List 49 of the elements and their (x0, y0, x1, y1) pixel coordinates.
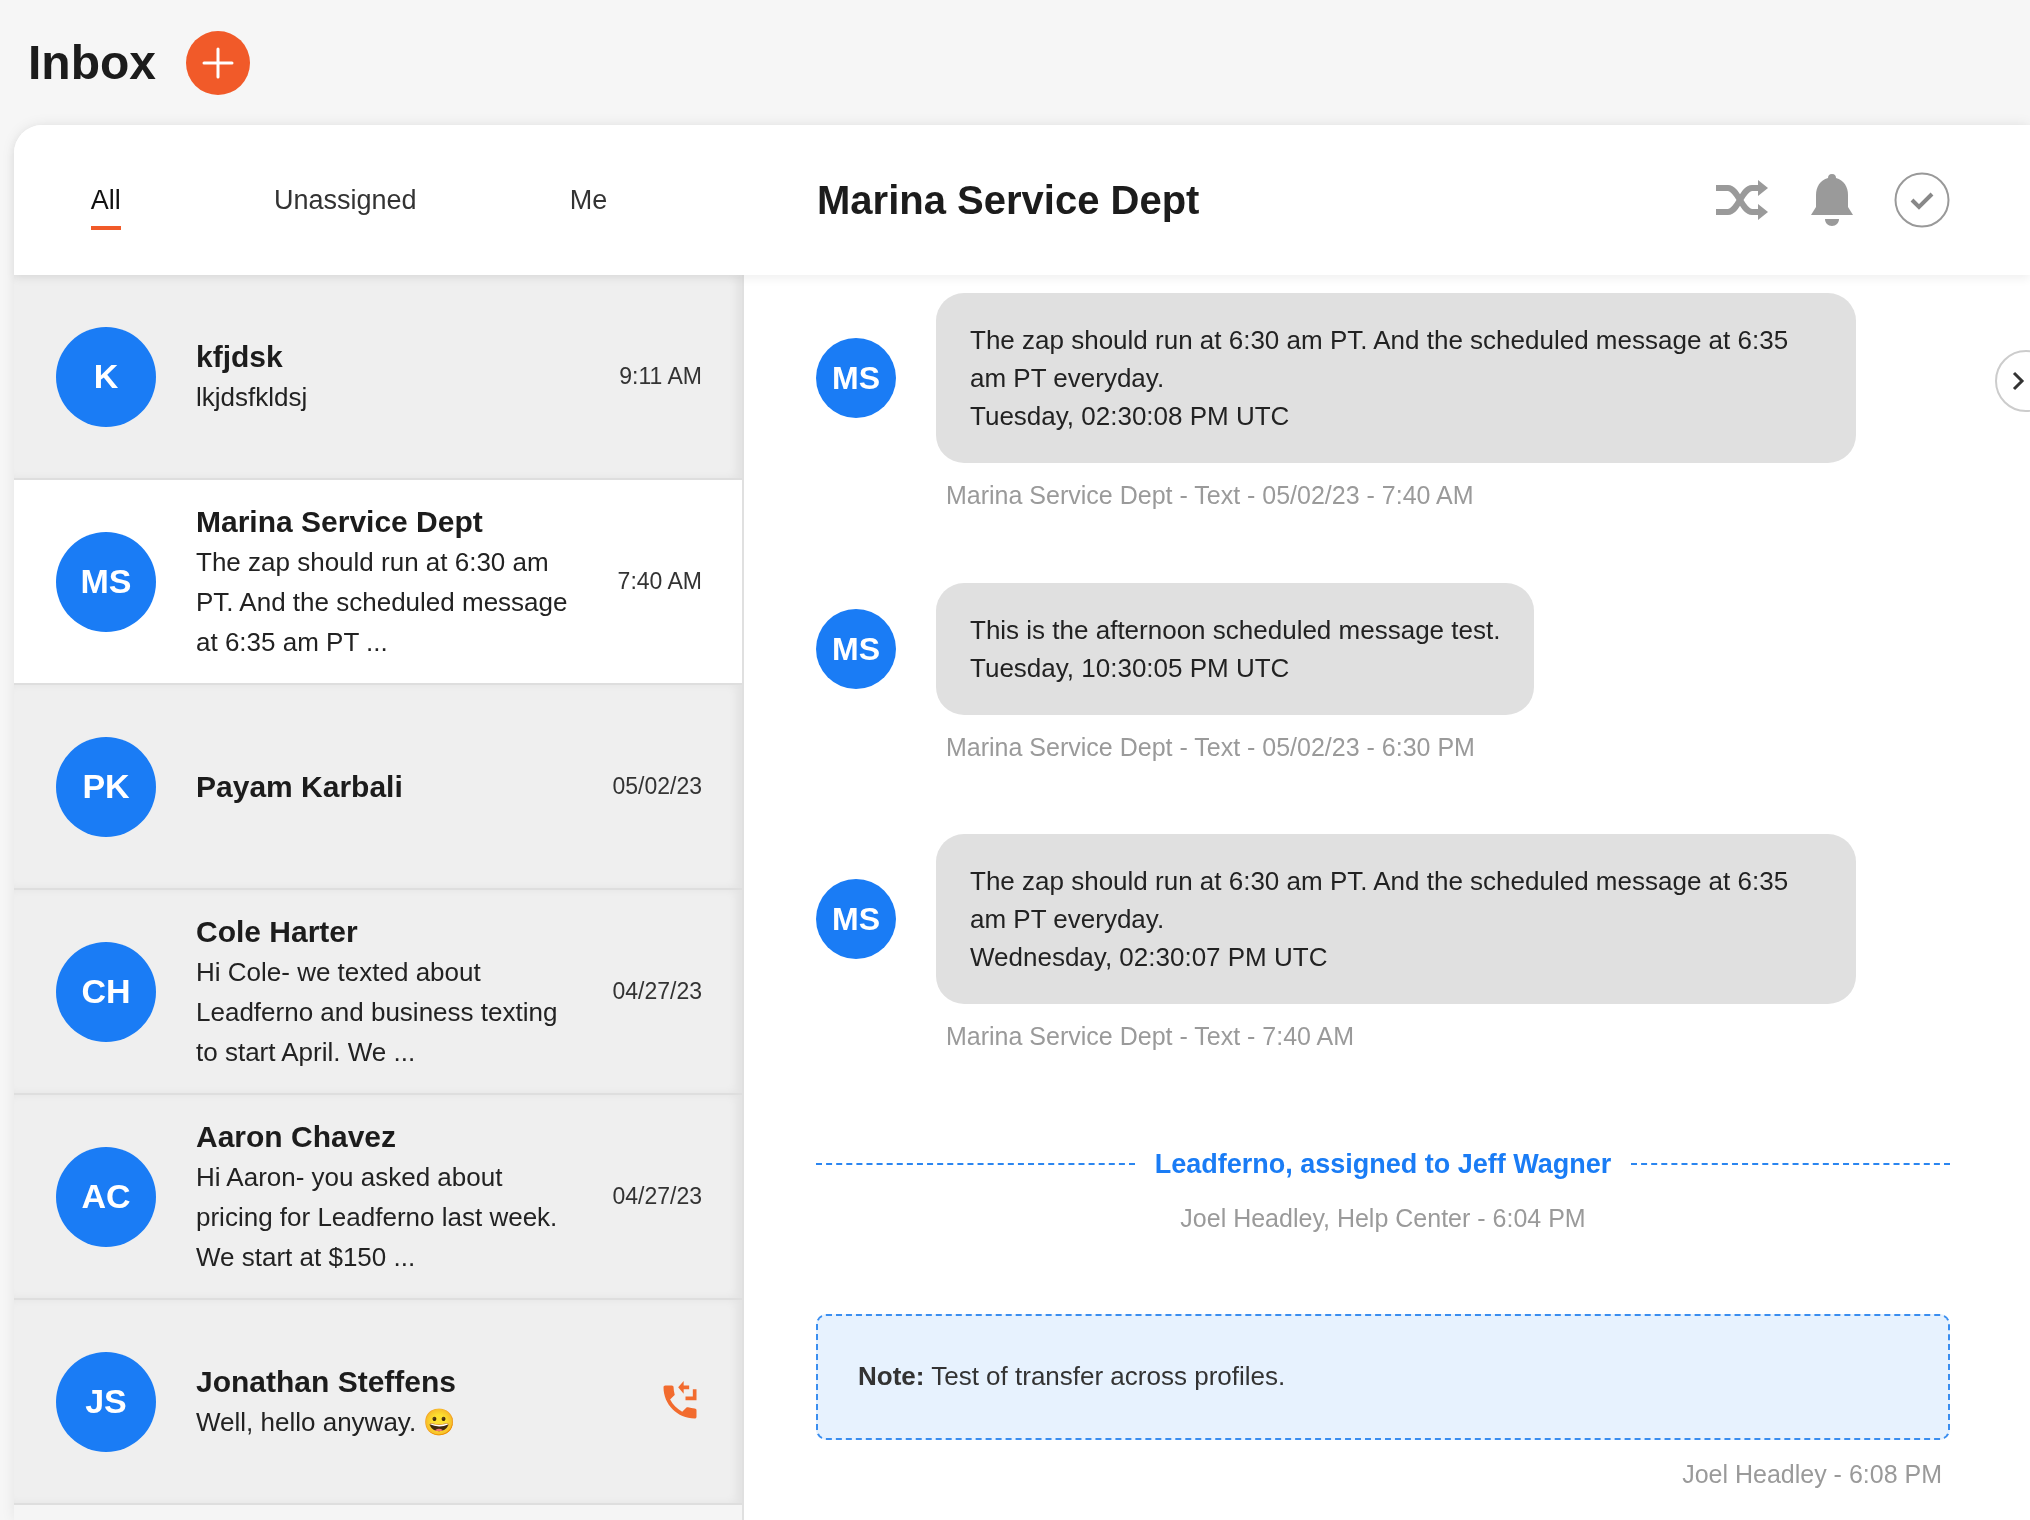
conversation-title: Marina Service Dept (817, 177, 1201, 224)
contact-name: Payam Karbali (196, 768, 404, 805)
contact-name: kfjdsk (196, 338, 284, 375)
message-preview: lkjdsfkldsj (196, 380, 309, 414)
contact-name: Marina Service Dept (196, 503, 484, 540)
message-preview: Well, hello anyway. 😀 (196, 1405, 457, 1439)
conversation-item[interactable]: CH Cole Harter Hi Cole- we texted about Leadferno and business texting to start April. We ... 04/27/23 (14, 890, 742, 1095)
tab[interactable]: Unassigned (273, 179, 417, 231)
message-meta: Marina Service Dept - Text - 05/02/23 - 6:30 PM (946, 731, 1476, 763)
conversation-time: 7:40 AM (617, 567, 702, 597)
avatar: MS (816, 879, 896, 959)
message-bubble: The zap should run at 6:30 am PT. And the scheduled message at 6:35 am PT everyday. Wednesday, 02:30:07 PM UTC (936, 834, 1856, 1004)
tab[interactable]: All (90, 179, 121, 231)
assignment-label: Leadferno, assigned to Jeff Wagner (1154, 1147, 1612, 1181)
avatar: K (56, 326, 156, 427)
conversation-item[interactable]: JS Jonathan Steffens Well, hello anyway. 😀 (14, 1300, 742, 1505)
assignment-meta: Joel Headley, Help Center - 6:04 PM (1180, 1203, 1586, 1234)
conversation-item[interactable]: PK Payam Karbali 05/02/23 (14, 685, 742, 890)
message-bubble: This is the afternoon scheduled message test. Tuesday, 10:30:05 PM UTC (936, 582, 1535, 715)
conversation-time: 9:11 AM (619, 362, 702, 392)
message-meta: Marina Service Dept - Text - 05/02/23 - 7:40 AM (946, 480, 1475, 511)
avatar: MS (816, 608, 896, 689)
avatar: MS (816, 338, 896, 418)
chevron-right-icon (2011, 370, 2025, 392)
conversation-time: 05/02/23 (612, 772, 702, 802)
conversation-item[interactable]: AC Aaron Chavez Hi Aaron- you asked about pricing for Leadferno last week. We start at $150 ... 04/27/23 (14, 1095, 742, 1300)
conversation-item[interactable]: K kfjdsk lkjdsfkldsj 9:11 AM (14, 275, 742, 480)
note-meta: Joel Headley - 6:08 PM (1682, 1458, 1942, 1490)
page-title: Inbox (28, 34, 156, 91)
bell-icon[interactable] (1810, 172, 1854, 228)
message-meta: Marina Service Dept - Text - 7:40 AM (946, 1021, 1356, 1052)
message-preview: The zap should run at 6:30 am PT. And the scheduled message at 6:35 am PT ... (196, 545, 569, 659)
conversation-time: 04/27/23 (612, 977, 702, 1007)
message-bubble: The zap should run at 6:30 am PT. And the scheduled message at 6:35 am PT everyday. Tuesday, 02:30:08 PM UTC (936, 293, 1856, 463)
avatar: JS (56, 1351, 156, 1452)
avatar: CH (56, 941, 156, 1042)
conversation-time: 04/27/23 (612, 1182, 702, 1212)
check-circle-icon[interactable] (1894, 172, 1950, 228)
message-preview: Hi Cole- we texted about Leadferno and business texting to start April. We ... (196, 955, 559, 1069)
avatar: AC (56, 1146, 156, 1247)
contact-name: Cole Harter (196, 913, 359, 950)
contact-name: Jonathan Steffens (196, 1363, 458, 1400)
contact-name: Aaron Chavez (196, 1118, 398, 1155)
message-preview: Hi Aaron- you asked about pricing for Leadferno last week. We start at $150 ... (196, 1160, 559, 1274)
note-text: Note: Test of transfer across profiles. (858, 1360, 1286, 1393)
avatar: PK (56, 736, 156, 837)
avatar: MS (56, 531, 156, 632)
tab[interactable]: Me (569, 179, 608, 231)
conversation-item[interactable]: MS Marina Service Dept The zap should run at 6:30 am PT. And the scheduled message at 6:35 am PT ... 7:40 AM (14, 480, 742, 685)
